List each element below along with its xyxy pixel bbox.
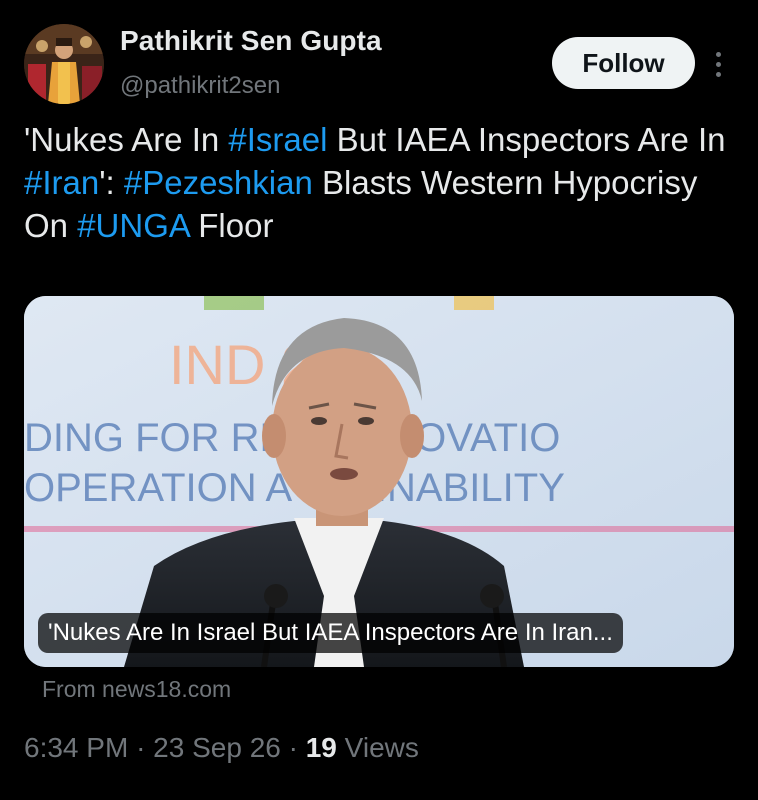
- hashtag-link[interactable]: #Iran: [24, 164, 99, 201]
- tweet-text-segment: Floor: [189, 207, 274, 244]
- views-count: 19: [305, 732, 337, 763]
- hashtag-link[interactable]: #Israel: [228, 121, 327, 158]
- avatar-image: [24, 24, 104, 104]
- tweet-text-segment: ':: [99, 164, 124, 201]
- tweet-time[interactable]: 6:34 PM: [24, 732, 128, 763]
- tweet-text-segment: 'Nukes Are In: [24, 121, 229, 158]
- hashtag-link[interactable]: #Pezeshkian: [124, 164, 313, 201]
- views-label: Views: [344, 732, 419, 763]
- avatar[interactable]: [24, 24, 104, 104]
- card-source-link[interactable]: From news18.com: [42, 676, 231, 703]
- tweet-text: 'Nukes Are In #Israel But IAEA Inspector…: [24, 118, 734, 247]
- link-card[interactable]: IND 26 DING FOR RE E, INNOVATIO OPERATIO…: [24, 296, 734, 667]
- author-name[interactable]: Pathikrit Sen Gupta: [120, 25, 382, 57]
- tweet: Pathikrit Sen Gupta @pathikrit2sen Follo…: [0, 0, 758, 800]
- meta-separator: ·: [136, 732, 146, 763]
- card-image: IND 26 DING FOR RE E, INNOVATIO OPERATIO…: [24, 296, 734, 667]
- author-handle[interactable]: @pathikrit2sen: [120, 72, 280, 100]
- more-options-icon[interactable]: [706, 44, 730, 84]
- follow-button[interactable]: Follow: [552, 37, 695, 89]
- card-caption: 'Nukes Are In Israel But IAEA Inspectors…: [38, 613, 623, 653]
- tweet-text-segment: But IAEA Inspectors Are In: [327, 121, 726, 158]
- tweet-meta: 6:34 PM · 23 Sep 26 · 19 Views: [24, 732, 419, 764]
- hashtag-link[interactable]: #UNGA: [77, 207, 189, 244]
- meta-separator: ·: [288, 732, 298, 763]
- tweet-date[interactable]: 23 Sep 26: [153, 732, 281, 763]
